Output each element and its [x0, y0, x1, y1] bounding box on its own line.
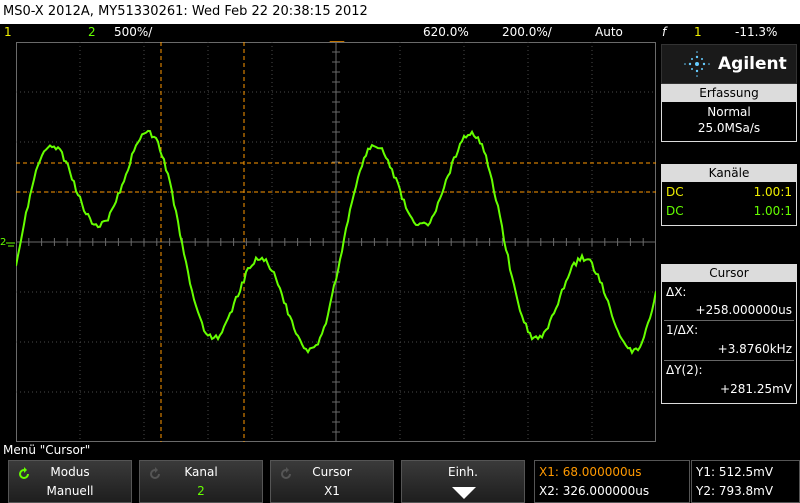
softkey-cursor[interactable]: Cursor X1	[270, 460, 394, 503]
ch2-probe: 1.00:1	[754, 204, 792, 218]
ch1-probe: 1.00:1	[754, 185, 792, 199]
acquisition-mode: Normal	[662, 105, 796, 119]
brand-name: Agilent	[718, 54, 787, 74]
softkey-mode[interactable]: Modus Manuell	[8, 460, 132, 503]
acquisition-section: Normal 25.0MSa/s	[661, 102, 797, 142]
time-scale: 200.0%/	[502, 24, 552, 41]
delta-y-label: ΔY(2):	[666, 363, 703, 377]
channels-header: Kanäle	[661, 164, 797, 182]
cursor-header: Cursor	[661, 264, 797, 282]
softkey-units-label: Einh.	[402, 465, 524, 479]
channels-section: DC 1.00:1 DC 1.00:1	[661, 182, 797, 226]
softkey-units[interactable]: Einh.	[401, 460, 525, 503]
softkey-mode-label: Modus	[9, 465, 131, 479]
divider	[664, 320, 794, 321]
submenu-arrow-down-icon	[452, 485, 476, 501]
inv-delta-x-label: 1/ΔX:	[666, 323, 698, 337]
delta-x-value: +258.000000us	[696, 303, 792, 317]
waveform-display[interactable]	[16, 42, 656, 442]
trigger-level: -11.3%	[735, 24, 777, 41]
ch1-indicator[interactable]: 1	[4, 24, 12, 41]
x1-readout: X1: 68.000000us	[539, 465, 641, 479]
delta-x-label: ΔX:	[666, 285, 686, 299]
ch2-indicator[interactable]: 2	[88, 24, 96, 41]
waveform-svg	[16, 42, 656, 442]
softkey-channel-label: Kanal	[140, 465, 262, 479]
svg-text:2: 2	[0, 237, 6, 248]
window-title: MS0-X 2012A, MY51330261: Wed Feb 22 20:3…	[0, 0, 800, 24]
delta-y-value: +281.25mV	[720, 382, 792, 396]
y2-readout: Y2: 793.8mV	[696, 484, 773, 498]
softkey-channel-value: 2	[140, 484, 262, 498]
acquisition-header: Erfassung	[661, 84, 797, 102]
softkey-mode-value: Manuell	[9, 484, 131, 498]
sample-rate: 25.0MSa/s	[662, 121, 796, 135]
ch1-coupling: DC	[666, 185, 684, 199]
agilent-spark-icon	[682, 49, 712, 79]
softkey-channel[interactable]: Kanal 2	[139, 460, 263, 503]
softkey-cursor-label: Cursor	[271, 465, 393, 479]
y1-readout: Y1: 512.5mV	[696, 465, 773, 479]
status-bar: 1 2 500%/ 620.0% 200.0%/ Auto f 1 -11.3%	[0, 24, 800, 41]
time-delay: 620.0%	[423, 24, 469, 41]
menu-title: Menü "Cursor"	[3, 443, 90, 457]
ch2-coupling: DC	[666, 204, 684, 218]
ch2-ground-marker-icon[interactable]: 2	[0, 235, 16, 249]
graticule	[16, 42, 656, 442]
inv-delta-x-value: +3.8760kHz	[718, 342, 792, 356]
x2-readout: X2: 326.000000us	[539, 484, 649, 498]
x-cursor-readout: X1: 68.000000us X2: 326.000000us	[534, 460, 690, 503]
trigger-source: 1	[694, 24, 702, 41]
softkey-cursor-value: X1	[271, 484, 393, 498]
y-cursor-readout: Y1: 512.5mV Y2: 793.8mV	[691, 460, 800, 503]
trigger-mode: Auto	[595, 24, 623, 41]
right-panel: Agilent Erfassung Normal 25.0MSa/s Kanäl…	[658, 42, 800, 442]
divider	[664, 360, 794, 361]
ch2-scale: 500%/	[114, 24, 152, 41]
trigger-edge-icon: f	[662, 24, 666, 41]
brand-logo: Agilent	[661, 44, 797, 84]
cursor-section: ΔX: +258.000000us 1/ΔX: +3.8760kHz ΔY(2)…	[661, 282, 797, 404]
